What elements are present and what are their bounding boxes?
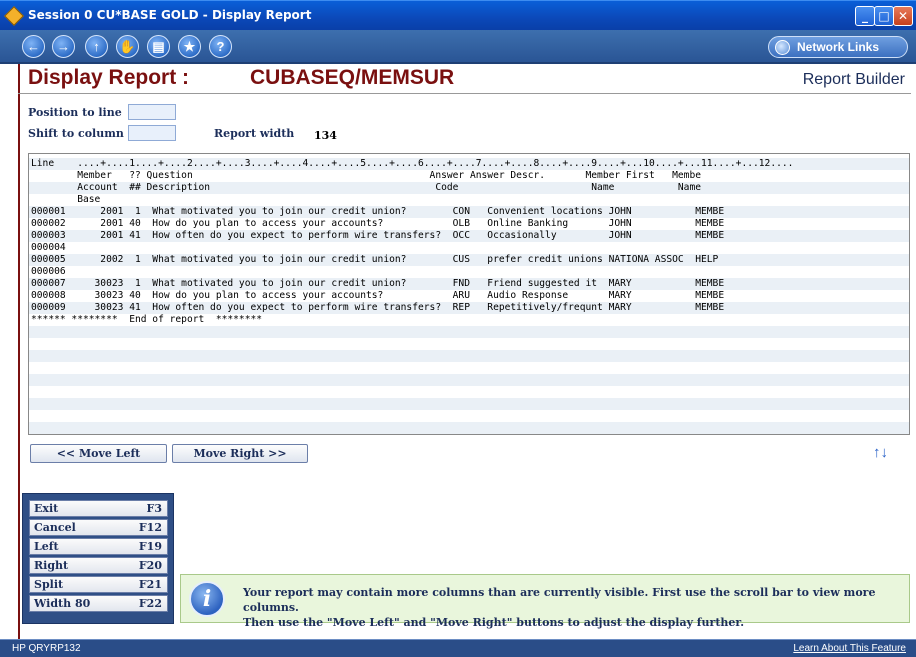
table-row: 000007 30023 1 What motivated you to joi… — [31, 278, 725, 289]
position-line-input[interactable] — [128, 104, 176, 120]
network-links-button[interactable]: Network Links — [768, 36, 908, 58]
right-button[interactable]: Right F20 — [29, 557, 168, 574]
back-icon[interactable]: ← — [22, 35, 45, 58]
shift-column-label: Shift to column — [28, 127, 124, 140]
report-width-value: 134 — [314, 129, 337, 142]
print-icon[interactable]: ▤ — [147, 35, 170, 58]
star-icon[interactable]: ★ — [178, 35, 201, 58]
arrow-up-icon[interactable]: ↑ — [873, 444, 881, 461]
report-header-row: Base — [31, 194, 101, 205]
info-line-2: Then use the "Move Left" and "Move Right… — [243, 616, 745, 629]
toolbar: ← → ↑ ✋ ▤ ★ ? Network Links — [0, 30, 916, 64]
title-bar: Session 0 CU*BASE GOLD - Display Report … — [0, 0, 916, 30]
screen-id: HP QRYRP132 — [12, 643, 81, 654]
table-row: 000006 — [31, 266, 66, 277]
maximize-button[interactable]: □ — [874, 6, 894, 26]
help-icon[interactable]: ? — [209, 35, 232, 58]
up-icon[interactable]: ↑ — [85, 35, 108, 58]
info-box: i Your report may contain more columns t… — [180, 574, 910, 629]
end-of-report: ****** ******** End of report ******** — [31, 314, 263, 325]
info-icon: i — [189, 581, 225, 617]
table-row: 000008 30023 40 How do you plan to acces… — [31, 290, 725, 301]
table-row: 000005 2002 1 What motivated you to join… — [31, 254, 719, 265]
shift-column-input[interactable] — [128, 125, 176, 141]
arrow-down-icon[interactable]: ↓ — [881, 444, 889, 461]
left-rail — [18, 64, 20, 639]
app-icon — [4, 6, 24, 26]
status-bar: HP QRYRP132 Learn About This Feature — [0, 639, 916, 657]
window-title: Session 0 CU*BASE GOLD - Display Report — [28, 8, 312, 22]
learn-about-link[interactable]: Learn About This Feature — [793, 643, 906, 654]
report-ruler: Line ....+....1....+....2....+....3....+… — [31, 158, 794, 169]
cancel-button[interactable]: Cancel F12 — [29, 519, 168, 536]
network-links-label: Network Links — [797, 40, 880, 54]
table-row: 000002 2001 40 How do you plan to access… — [31, 218, 725, 229]
page-header: Display Report : CUBASEQ/MEMSUR Report B… — [18, 64, 911, 94]
table-row: 000009 30023 41 How often do you expect … — [31, 302, 725, 313]
position-line-label: Position to line — [28, 106, 122, 119]
info-text: Your report may contain more columns tha… — [243, 585, 903, 630]
globe-icon — [775, 40, 790, 55]
report-header-row: Member ?? Question Answer Answer Descr. … — [31, 170, 702, 181]
close-button[interactable]: ✕ — [893, 6, 913, 26]
move-right-button[interactable]: Move Right >> — [172, 444, 308, 463]
scroll-arrows[interactable]: ↑↓ — [873, 444, 888, 461]
report-width-label: Report width — [214, 127, 295, 140]
split-button[interactable]: Split F21 — [29, 576, 168, 593]
info-line-1: Your report may contain more columns tha… — [243, 586, 876, 614]
report-builder-label: Report Builder — [802, 71, 905, 88]
table-row: 000003 2001 41 How often do you expect t… — [31, 230, 725, 241]
report-header-row: Account ## Description Code Name Name — [31, 182, 702, 193]
minimize-button[interactable]: _ — [855, 6, 875, 26]
table-row: 000004 — [31, 242, 66, 253]
exit-button[interactable]: Exit F3 — [29, 500, 168, 517]
report-name: CUBASEQ/MEMSUR — [250, 66, 455, 89]
forward-icon[interactable]: → — [52, 35, 75, 58]
hand-icon[interactable]: ✋ — [116, 35, 139, 58]
table-row: 000001 2001 1 What motivated you to join… — [31, 206, 725, 217]
page-title: Display Report : — [28, 66, 190, 89]
left-button[interactable]: Left F19 — [29, 538, 168, 555]
move-left-button[interactable]: << Move Left — [30, 444, 167, 463]
width-80-button[interactable]: Width 80 F22 — [29, 595, 168, 612]
function-key-panel: Exit F3 Cancel F12 Left F19 Right F20 Split F… — [22, 493, 174, 624]
report-grid[interactable]: Line ....+....1....+....2....+....3....+… — [28, 153, 910, 435]
